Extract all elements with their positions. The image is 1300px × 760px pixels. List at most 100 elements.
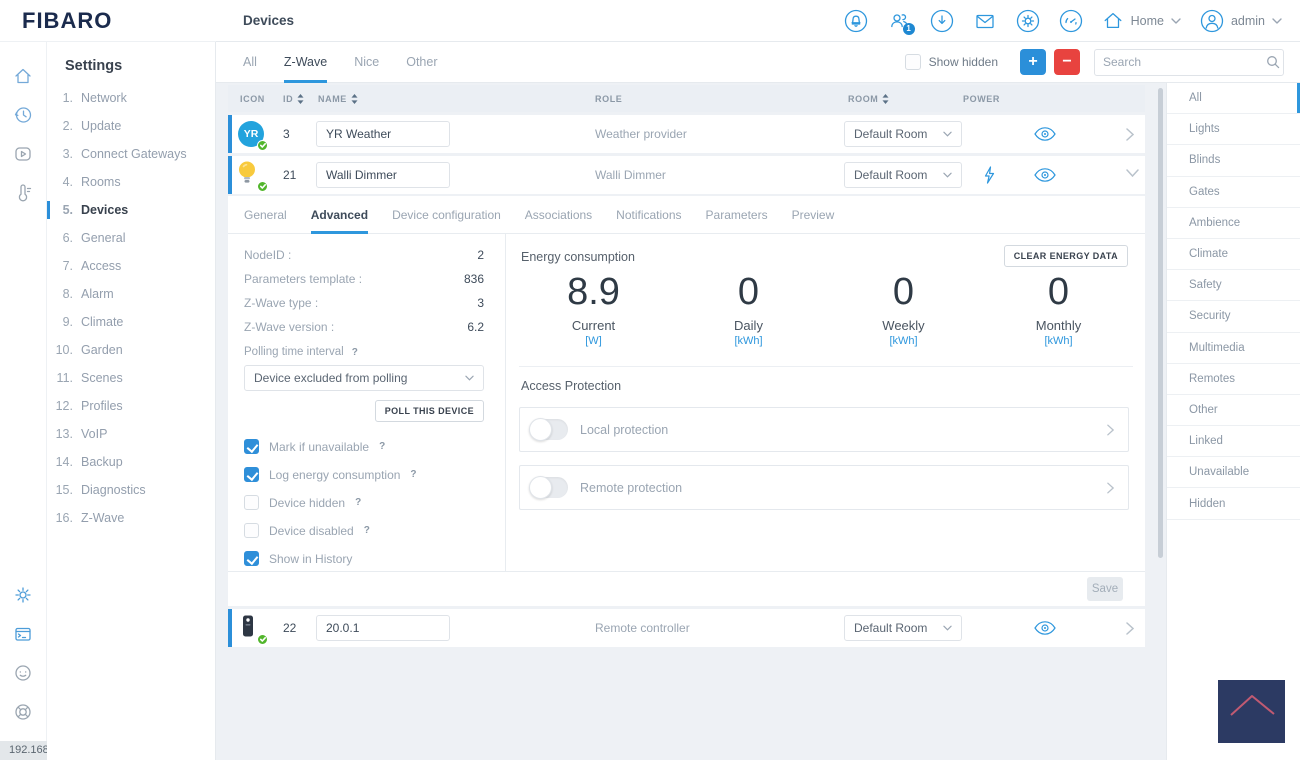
category-gates[interactable]: Gates (1167, 177, 1300, 208)
log-energy-checkbox[interactable] (244, 467, 259, 482)
sidebar-item-access[interactable]: 7.Access (47, 252, 215, 280)
category-multimedia[interactable]: Multimedia (1167, 333, 1300, 364)
assistant-icon[interactable] (13, 663, 33, 683)
category-all[interactable]: All (1167, 83, 1300, 114)
col-room-sort[interactable]: ROOM (848, 94, 889, 104)
table-row-walli-dimmer: 21 Walli Dimmer Default Room (228, 156, 1145, 194)
sidebar-item-devices[interactable]: 5.Devices (47, 196, 215, 224)
room-select[interactable]: Default Room (844, 162, 962, 188)
users-icon[interactable]: 1 (887, 9, 911, 33)
local-protection-toggle[interactable] (530, 419, 568, 440)
category-remotes[interactable]: Remotes (1167, 364, 1300, 395)
help-icon[interactable]: ? (379, 441, 385, 452)
polling-interval-select[interactable]: Device excluded from polling (244, 365, 484, 391)
home-rail-icon[interactable] (13, 66, 33, 86)
sidebar-item-general[interactable]: 6.General (47, 224, 215, 252)
room-select[interactable]: Default Room (844, 615, 962, 641)
help-icon[interactable]: ? (352, 347, 358, 358)
sidebar-item-profiles[interactable]: 12.Profiles (47, 392, 215, 420)
help-icon[interactable]: ? (355, 497, 361, 508)
terminal-icon[interactable] (13, 624, 33, 644)
device-hidden-checkbox[interactable] (244, 495, 259, 510)
device-disabled-checkbox[interactable] (244, 523, 259, 538)
category-linked[interactable]: Linked (1167, 426, 1300, 457)
scrollbar-thumb[interactable] (1158, 88, 1163, 558)
collapse-row-chevron[interactable] (1126, 169, 1139, 177)
sidebar-item-network[interactable]: 1.Network (47, 84, 215, 112)
home-menu[interactable]: Home (1102, 10, 1181, 32)
media-play-icon[interactable] (13, 144, 33, 164)
visibility-eye-icon[interactable] (1034, 621, 1056, 635)
poll-this-device-button[interactable]: POLL THIS DEVICE (375, 400, 484, 422)
col-name-sort[interactable]: NAME (318, 94, 358, 104)
download-icon[interactable] (930, 9, 954, 33)
history-clock-icon[interactable] (13, 105, 33, 125)
category-blinds[interactable]: Blinds (1167, 145, 1300, 176)
tab-zwave[interactable]: Z-Wave (284, 42, 327, 83)
add-device-button[interactable]: + (1020, 49, 1046, 75)
category-climate[interactable]: Climate (1167, 239, 1300, 270)
climate-thermometer-icon[interactable] (13, 183, 33, 203)
sidebar-item-climate[interactable]: 9.Climate (47, 308, 215, 336)
sidebar-item-zwave[interactable]: 16.Z-Wave (47, 504, 215, 532)
local-protection-row[interactable]: Local protection (519, 407, 1129, 452)
sidebar-item-backup[interactable]: 14.Backup (47, 448, 215, 476)
tab-associations[interactable]: Associations (525, 196, 592, 234)
sidebar-item-alarm[interactable]: 8.Alarm (47, 280, 215, 308)
sidebar-item-diagnostics[interactable]: 15.Diagnostics (47, 476, 215, 504)
device-name-input[interactable] (316, 162, 450, 188)
sidebar-item-update[interactable]: 2.Update (47, 112, 215, 140)
category-lights[interactable]: Lights (1167, 114, 1300, 145)
user-menu-label: admin (1231, 14, 1265, 28)
gauge-icon[interactable] (1059, 9, 1083, 33)
category-unavailable[interactable]: Unavailable (1167, 457, 1300, 488)
user-menu[interactable]: admin (1200, 9, 1282, 33)
remove-device-button[interactable]: − (1054, 49, 1080, 75)
sidebar-item-garden[interactable]: 10.Garden (47, 336, 215, 364)
visibility-eye-icon[interactable] (1034, 127, 1056, 141)
clear-energy-data-button[interactable]: CLEAR ENERGY DATA (1004, 245, 1128, 267)
sidebar-item-scenes[interactable]: 11.Scenes (47, 364, 215, 392)
tab-parameters[interactable]: Parameters (706, 196, 768, 234)
tab-notifications[interactable]: Notifications (616, 196, 681, 234)
sidebar-item-rooms[interactable]: 4.Rooms (47, 168, 215, 196)
sidebar-item-voip[interactable]: 13.VoIP (47, 420, 215, 448)
visibility-eye-icon[interactable] (1034, 168, 1056, 182)
power-bolt-icon[interactable] (983, 166, 996, 184)
filter-controls: Show hidden + − (905, 49, 1300, 76)
device-name-input[interactable] (316, 121, 450, 147)
alarm-bell-icon[interactable] (844, 9, 868, 33)
category-security[interactable]: Security (1167, 301, 1300, 332)
category-ambience[interactable]: Ambience (1167, 208, 1300, 239)
category-safety[interactable]: Safety (1167, 270, 1300, 301)
tab-preview[interactable]: Preview (792, 196, 835, 234)
tab-advanced[interactable]: Advanced (311, 196, 368, 234)
expand-row-chevron[interactable] (1126, 622, 1134, 635)
sidebar-item-connect-gateways[interactable]: 3.Connect Gateways (47, 140, 215, 168)
tab-device-configuration[interactable]: Device configuration (392, 196, 501, 234)
help-icon[interactable]: ? (410, 469, 416, 480)
mail-icon[interactable] (973, 9, 997, 33)
expand-row-chevron[interactable] (1126, 128, 1134, 141)
show-hidden-checkbox[interactable] (905, 54, 921, 70)
mark-if-unavailable-checkbox[interactable] (244, 439, 259, 454)
tab-nice[interactable]: Nice (354, 42, 379, 83)
show-in-history-checkbox[interactable] (244, 551, 259, 566)
category-other[interactable]: Other (1167, 395, 1300, 426)
device-name-input[interactable] (316, 615, 450, 641)
help-icon[interactable]: ? (364, 525, 370, 536)
category-hidden[interactable]: Hidden (1167, 488, 1300, 519)
tab-general[interactable]: General (244, 196, 287, 234)
search-input[interactable] (1095, 55, 1266, 69)
tab-all[interactable]: All (243, 42, 257, 83)
room-select[interactable]: Default Room (844, 121, 962, 147)
save-button[interactable]: Save (1087, 577, 1123, 601)
gear-icon[interactable] (13, 585, 33, 605)
remote-protection-row[interactable]: Remote protection (519, 465, 1129, 510)
settings-sun-icon[interactable] (1016, 9, 1040, 33)
support-icon[interactable] (13, 702, 33, 722)
tab-other[interactable]: Other (406, 42, 437, 83)
remote-protection-toggle[interactable] (530, 477, 568, 498)
col-id-sort[interactable]: ID (283, 94, 304, 104)
mini-chart-widget[interactable] (1218, 680, 1285, 743)
